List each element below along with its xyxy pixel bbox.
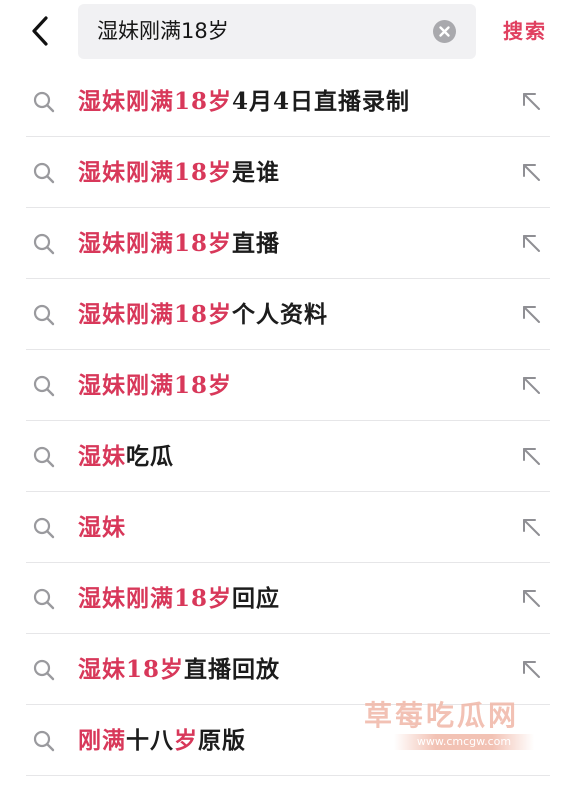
arrow-up-left-icon[interactable] — [519, 444, 543, 468]
suggestion-highlight: 湿妹刚满18岁 — [78, 230, 233, 257]
search-input[interactable]: 湿妹刚满18岁 — [78, 4, 476, 59]
search-icon — [32, 232, 56, 256]
search-icon — [32, 445, 56, 469]
search-query-text: 湿妹刚满18岁 — [97, 19, 229, 43]
suggestion-label: 刚满十八岁原版 — [78, 705, 246, 776]
suggestion-item[interactable]: 湿妹刚满18岁4月4日直播录制 — [0, 66, 576, 137]
watermark-title: 草莓吃瓜网 — [364, 699, 520, 732]
arrow-up-left-icon[interactable] — [519, 160, 543, 184]
suggestion-label: 湿妹刚满18岁是谁 — [78, 137, 280, 208]
suggestion-item[interactable]: 湿妹刚满18岁 — [0, 350, 576, 421]
suggestion-label: 湿妹刚满18岁个人资料 — [78, 279, 328, 350]
suggestion-highlight: 湿妹刚满18岁 — [78, 585, 233, 612]
suggestion-list: 湿妹刚满18岁4月4日直播录制 湿妹刚满18岁是谁 湿妹刚满18岁直播 湿妹刚满18岁… — [0, 66, 576, 776]
search-button[interactable]: 搜索 — [503, 15, 547, 47]
search-icon — [32, 374, 56, 398]
suggestion-item[interactable]: 湿妹刚满18岁直播 — [0, 208, 576, 279]
search-icon — [32, 587, 56, 611]
clear-circle-x-icon — [439, 26, 450, 37]
suggestion-rest: 吃瓜 — [126, 443, 174, 470]
suggestion-item[interactable]: 湿妹刚满18岁是谁 — [0, 137, 576, 208]
site-watermark: 草莓吃瓜网 www.cmcgw.com — [364, 694, 540, 756]
search-header: 湿妹刚满18岁 搜索 — [0, 0, 576, 66]
clear-button[interactable] — [433, 20, 456, 43]
suggestion-highlight: 湿妹 — [78, 443, 126, 470]
suggestion-label: 湿妹刚满18岁直播 — [78, 208, 280, 279]
suggestion-highlight: 岁 — [174, 727, 198, 754]
suggestion-item[interactable]: 湿妹 — [0, 492, 576, 563]
search-icon — [32, 303, 56, 327]
arrow-up-left-icon[interactable] — [519, 373, 543, 397]
suggestion-rest: 回应 — [232, 585, 281, 612]
search-icon — [32, 90, 56, 114]
suggestion-label: 湿妹吃瓜 — [78, 421, 174, 492]
suggestion-item[interactable]: 湿妹刚满18岁个人资料 — [0, 279, 576, 350]
arrow-up-left-icon[interactable] — [519, 302, 543, 326]
suggestion-label: 湿妹刚满18岁回应 — [78, 563, 280, 634]
search-icon — [32, 658, 56, 682]
suggestion-label: 湿妹 — [78, 492, 126, 563]
suggestion-highlight: 湿妹刚满18岁 — [78, 301, 233, 328]
suggestion-highlight: 湿妹刚满18岁 — [78, 88, 233, 115]
arrow-up-left-icon[interactable] — [519, 586, 543, 610]
search-icon — [32, 161, 56, 185]
suggestion-label: 湿妹18岁直播回放 — [78, 634, 280, 705]
suggestion-rest: 直播回放 — [184, 656, 281, 683]
suggestion-rest: 原版 — [198, 727, 246, 754]
suggestion-rest: 个人资料 — [232, 301, 329, 328]
watermark-url: www.cmcgw.com — [394, 734, 534, 750]
suggestion-label: 湿妹刚满18岁 — [78, 350, 232, 421]
divider — [26, 775, 550, 776]
search-icon — [32, 729, 56, 753]
arrow-up-left-icon[interactable] — [519, 657, 543, 681]
suggestion-highlight: 刚满 — [78, 727, 126, 754]
arrow-up-left-icon[interactable] — [519, 515, 543, 539]
suggestion-highlight: 湿妹刚满18岁 — [78, 159, 233, 186]
suggestion-rest: 是谁 — [232, 159, 281, 186]
suggestion-rest: 十八 — [126, 727, 174, 754]
back-button[interactable] — [26, 12, 60, 52]
arrow-up-left-icon[interactable] — [519, 89, 543, 113]
search-icon — [32, 516, 56, 540]
suggestion-highlight: 湿妹刚满18岁 — [78, 372, 233, 399]
suggestion-highlight: 湿妹 — [78, 514, 126, 541]
suggestion-highlight: 湿妹18岁 — [78, 656, 185, 683]
suggestion-label: 湿妹刚满18岁4月4日直播录制 — [78, 66, 410, 137]
suggestion-rest: 直播 — [232, 230, 281, 257]
chevron-left-icon — [32, 16, 48, 46]
suggestion-item[interactable]: 湿妹刚满18岁回应 — [0, 563, 576, 634]
suggestion-item[interactable]: 湿妹吃瓜 — [0, 421, 576, 492]
arrow-up-left-icon[interactable] — [519, 231, 543, 255]
suggestion-rest: 4月4日直播录制 — [232, 88, 411, 115]
